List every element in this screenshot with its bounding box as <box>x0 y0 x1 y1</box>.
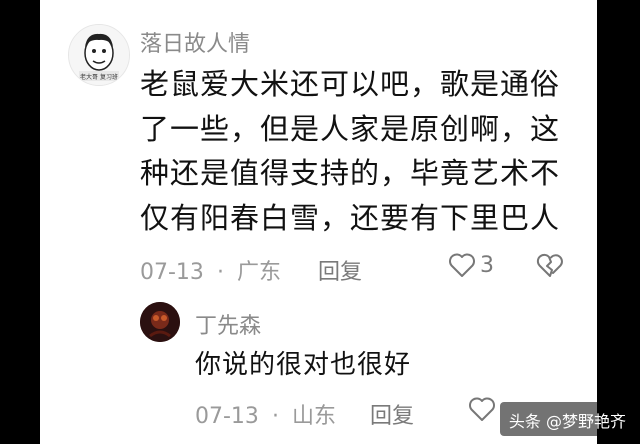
reply-body: 你说的很对也很好 <box>195 350 412 380</box>
avatar[interactable]: 老大哥 复习班 <box>68 24 130 86</box>
comment-location: 广东 <box>236 260 281 285</box>
reply-avatar-image <box>140 302 180 342</box>
comment-body: 老鼠爱大米还可以吧，歌是通俗了一些，但是人家是原创啊，这种还是值得支持的，毕竟艺… <box>140 67 561 235</box>
watermark: 头条 @梦野艳齐 <box>508 412 626 431</box>
dislike-icon <box>536 253 563 277</box>
meta-separator: · <box>271 404 279 429</box>
reply-reply-button[interactable]: 回复 <box>370 398 414 430</box>
reply-avatar[interactable] <box>140 302 180 342</box>
like-icon <box>469 397 495 421</box>
comment-meta: 07-13 · 广东 <box>140 254 281 286</box>
reply-date: 07-13 <box>195 404 259 429</box>
reply-button[interactable]: 回复 <box>318 254 362 286</box>
comment-thread: 老大哥 复习班 落日故人情 老鼠爱大米还可以吧，歌是通俗了一些，但是人家是原创啊… <box>40 0 597 444</box>
reply-location: 山东 <box>291 404 336 429</box>
reply-meta: 07-13 · 山东 <box>195 398 336 430</box>
comment-date: 07-13 <box>140 260 204 285</box>
reply-like-button[interactable] <box>468 396 496 422</box>
avatar-caption: 老大哥 复习班 <box>80 74 118 81</box>
like-count: 3 <box>480 252 494 278</box>
reply-username[interactable]: 丁先森 <box>195 308 261 340</box>
like-button[interactable]: 3 <box>448 252 494 278</box>
dislike-button[interactable] <box>536 252 564 282</box>
comment-username[interactable]: 落日故人情 <box>140 26 250 58</box>
like-icon <box>449 253 475 277</box>
meta-separator: · <box>216 260 224 285</box>
